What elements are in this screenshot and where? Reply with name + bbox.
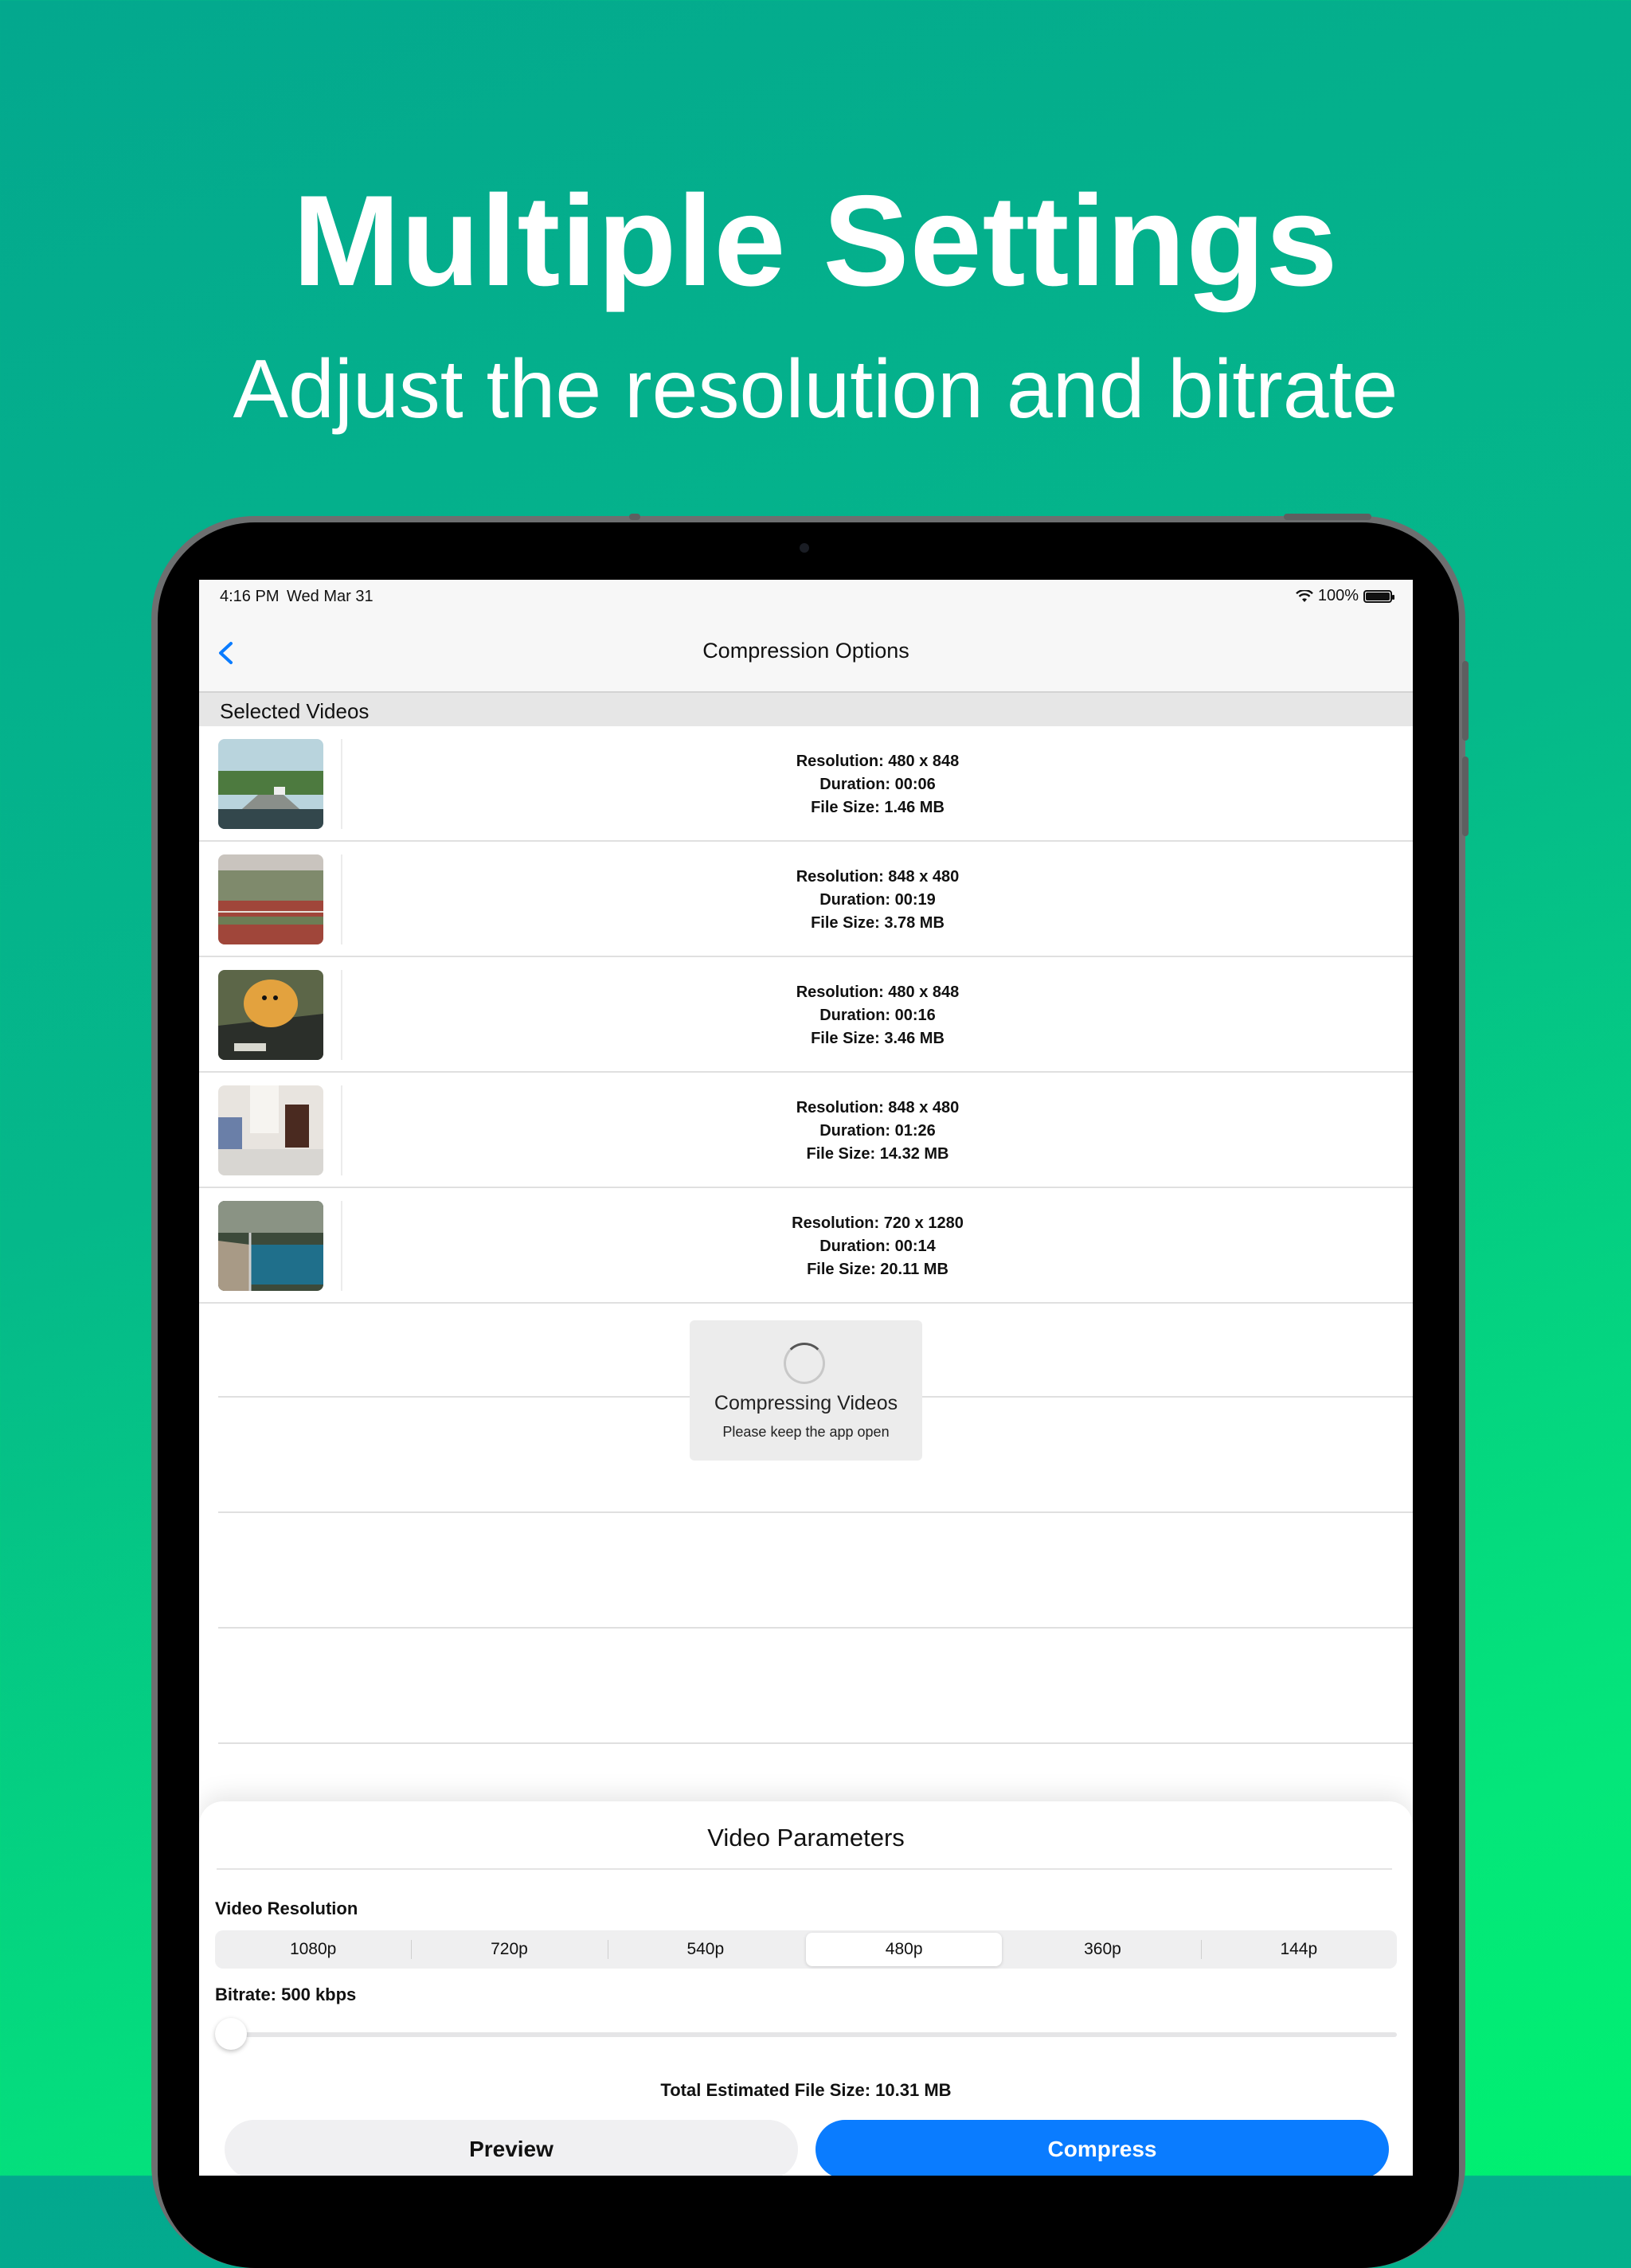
front-camera [800, 543, 809, 553]
video-row[interactable]: Resolution: 480 x 848 Duration: 00:16 Fi… [199, 957, 1413, 1073]
video-row[interactable]: Resolution: 480 x 848 Duration: 00:06 Fi… [199, 726, 1413, 842]
status-date: Wed Mar 31 [287, 588, 374, 605]
video-thumbnail [218, 970, 323, 1060]
bitrate-slider[interactable] [215, 2018, 1397, 2050]
video-duration: Duration: 00:06 [819, 776, 936, 793]
promo-subheadline: Adjust the resolution and bitrate [233, 343, 1398, 436]
video-row[interactable]: Resolution: 848 x 480 Duration: 01:26 Fi… [199, 1073, 1413, 1188]
video-info: Resolution: 848 x 480 Duration: 01:26 Fi… [342, 1097, 1413, 1166]
tablet-top-button-right [1284, 514, 1371, 520]
row-separator [218, 1511, 1413, 1513]
hud-message: Please keep the app open [722, 1424, 890, 1440]
tablet-volume-up [1462, 661, 1469, 741]
status-bar: 4:16 PM Wed Mar 31 100% [199, 580, 1413, 612]
video-thumbnail [218, 1201, 323, 1291]
video-thumbnail [218, 1085, 323, 1175]
video-duration: Duration: 00:19 [819, 891, 936, 909]
resolution-option-540p[interactable]: 540p [607, 1930, 804, 1969]
bitrate-label: Bitrate: 500 kbps [215, 1984, 357, 2004]
resolution-option-144p[interactable]: 144p [1200, 1930, 1397, 1969]
video-info: Resolution: 720 x 1280 Duration: 00:14 F… [342, 1212, 1413, 1281]
resolution-option-1080p[interactable]: 1080p [215, 1930, 411, 1969]
section-header: Selected Videos [199, 693, 1413, 726]
panel-divider [217, 1868, 1392, 1870]
video-parameters-panel: Video Parameters Video Resolution 1080p … [199, 1801, 1413, 2176]
wifi-icon [1295, 589, 1313, 602]
video-size: File Size: 14.32 MB [806, 1145, 949, 1163]
video-info: Resolution: 848 x 480 Duration: 00:19 Fi… [342, 866, 1413, 935]
video-duration: Duration: 00:16 [819, 1007, 936, 1024]
video-resolution: Resolution: 480 x 848 [796, 753, 960, 770]
video-thumbnail [218, 854, 323, 944]
row-separator [218, 1742, 1413, 1744]
video-duration: Duration: 01:26 [819, 1122, 936, 1140]
video-resolution: Resolution: 848 x 480 [796, 868, 960, 886]
resolution-option-480p[interactable]: 480p [805, 1933, 1003, 1966]
battery-icon [1363, 589, 1394, 603]
video-resolution: Resolution: 720 x 1280 [792, 1214, 964, 1232]
navigation-bar: Compression Options [199, 612, 1413, 693]
tablet-top-button-left [629, 514, 640, 520]
resolution-option-360p[interactable]: 360p [1004, 1930, 1200, 1969]
video-row[interactable]: Resolution: 848 x 480 Duration: 00:19 Fi… [199, 842, 1413, 957]
tablet-volume-down [1462, 757, 1469, 836]
video-size: File Size: 20.11 MB [807, 1261, 948, 1278]
video-resolution: Resolution: 848 x 480 [796, 1099, 960, 1116]
page-title: Compression Options [702, 639, 909, 663]
battery-percent: 100% [1317, 587, 1359, 604]
video-row[interactable]: Resolution: 720 x 1280 Duration: 00:14 F… [199, 1188, 1413, 1304]
video-size: File Size: 3.46 MB [811, 1030, 945, 1047]
status-right: 100% [1295, 587, 1394, 605]
preview-button[interactable]: Preview [225, 2120, 798, 2176]
resolution-label: Video Resolution [215, 1898, 358, 1918]
video-thumbnail [218, 739, 323, 829]
compressing-hud: Compressing Videos Please keep the app o… [690, 1320, 922, 1461]
compress-button[interactable]: Compress [816, 2120, 1389, 2176]
video-size: File Size: 3.78 MB [811, 914, 945, 932]
video-info: Resolution: 480 x 848 Duration: 00:16 Fi… [342, 981, 1413, 1050]
panel-title: Video Parameters [707, 1824, 905, 1852]
status-time: 4:16 PM [220, 588, 280, 605]
section-title: Selected Videos [220, 699, 370, 723]
resolution-segmented-control: 1080p 720p 540p 480p 360p 144p [215, 1930, 1397, 1969]
total-estimated-size: Total Estimated File Size: 10.31 MB [660, 2080, 952, 2100]
spinner-icon [784, 1343, 825, 1384]
row-separator [218, 1627, 1413, 1629]
app-screen: 4:16 PM Wed Mar 31 100% Compression Opti… [199, 580, 1413, 2176]
resolution-option-720p[interactable]: 720p [411, 1930, 607, 1969]
video-size: File Size: 1.46 MB [811, 799, 945, 816]
hud-title: Compressing Videos [714, 1392, 898, 1414]
bitrate-slider-knob[interactable] [215, 2018, 247, 2050]
video-resolution: Resolution: 480 x 848 [796, 983, 960, 1001]
video-duration: Duration: 00:14 [819, 1238, 936, 1255]
video-info: Resolution: 480 x 848 Duration: 00:06 Fi… [342, 750, 1413, 819]
promo-headline: Multiple Settings [292, 169, 1339, 313]
